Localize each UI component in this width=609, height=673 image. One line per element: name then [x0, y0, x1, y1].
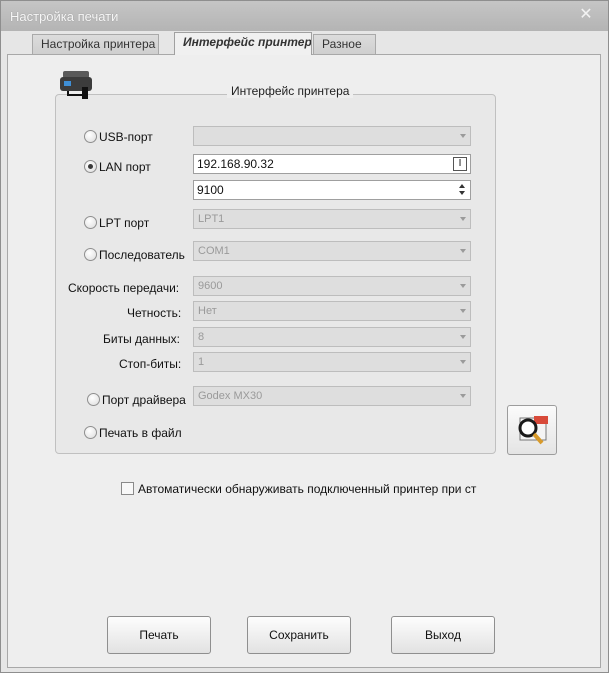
data-bits-label: Биты данных:: [103, 332, 180, 346]
chevron-down-icon: [460, 249, 466, 253]
chevron-down-icon: [460, 309, 466, 313]
spin-down-icon[interactable]: [456, 190, 469, 198]
serial-port-label: Последователь: [99, 248, 185, 262]
chevron-down-icon: [460, 335, 466, 339]
search-printer-button[interactable]: [507, 405, 557, 455]
print-button[interactable]: Печать: [107, 616, 211, 654]
serial-port-select[interactable]: COM1: [193, 241, 471, 261]
lan-port-radio[interactable]: [84, 160, 97, 173]
chevron-down-icon: [460, 134, 466, 138]
lpt-port-radio[interactable]: [84, 216, 97, 229]
spin-up-icon[interactable]: [456, 182, 469, 190]
usb-port-select[interactable]: [193, 126, 471, 146]
spin-buttons[interactable]: [456, 182, 469, 198]
chevron-down-icon: [460, 360, 466, 364]
chevron-down-icon: [460, 394, 466, 398]
data-bits-select[interactable]: 8: [193, 327, 471, 347]
save-button[interactable]: Сохранить: [247, 616, 351, 654]
stop-bits-label: Стоп-биты:: [119, 357, 182, 371]
serial-port-radio[interactable]: [84, 248, 97, 261]
close-icon[interactable]: ✕: [578, 7, 594, 23]
print-to-file-radio[interactable]: [84, 426, 97, 439]
ip-address-input[interactable]: 192.168.90.32 I: [193, 154, 471, 174]
tab-printer-settings[interactable]: Настройка принтера: [32, 34, 159, 54]
exit-button[interactable]: Выход: [391, 616, 495, 654]
print-to-file-label: Печать в файл: [99, 426, 182, 440]
port-number-stepper[interactable]: 9100: [193, 180, 471, 200]
tab-printer-interface[interactable]: Интерфейс принтера: [174, 32, 312, 55]
lpt-port-select[interactable]: LPT1: [193, 209, 471, 229]
window-title: Настройка печати: [10, 9, 119, 24]
auto-detect-checkbox[interactable]: [121, 482, 134, 495]
chevron-down-icon: [460, 284, 466, 288]
driver-port-label: Порт драйвера: [102, 393, 186, 407]
usb-port-radio[interactable]: [84, 130, 97, 143]
title-bar: Настройка печати ✕: [1, 1, 608, 31]
lpt-port-label: LPT порт: [99, 216, 150, 230]
driver-port-radio[interactable]: [87, 393, 100, 406]
lan-port-label: LAN порт: [99, 160, 151, 174]
stop-bits-select[interactable]: 1: [193, 352, 471, 372]
text-cursor-icon: I: [453, 157, 467, 171]
usb-port-label: USB-порт: [99, 130, 153, 144]
driver-port-select[interactable]: Godex MX30: [193, 386, 471, 406]
baud-rate-label: Скорость передачи:: [68, 281, 180, 295]
group-title: Интерфейс принтера: [227, 84, 354, 98]
print-settings-window: Настройка печати ✕ Настройка принтера Ин…: [0, 0, 609, 673]
printer-icon: [60, 71, 92, 99]
auto-detect-label: Автоматически обнаруживать подключенный …: [138, 482, 477, 496]
tab-strip: Настройка принтера Интерфейс принтера Ра…: [10, 32, 600, 55]
chevron-down-icon: [460, 217, 466, 221]
search-printer-icon: [518, 416, 548, 445]
baud-rate-select[interactable]: 9600: [193, 276, 471, 296]
parity-label: Четность:: [127, 306, 182, 320]
tab-misc[interactable]: Разное: [313, 34, 376, 54]
parity-select[interactable]: Нет: [193, 301, 471, 321]
